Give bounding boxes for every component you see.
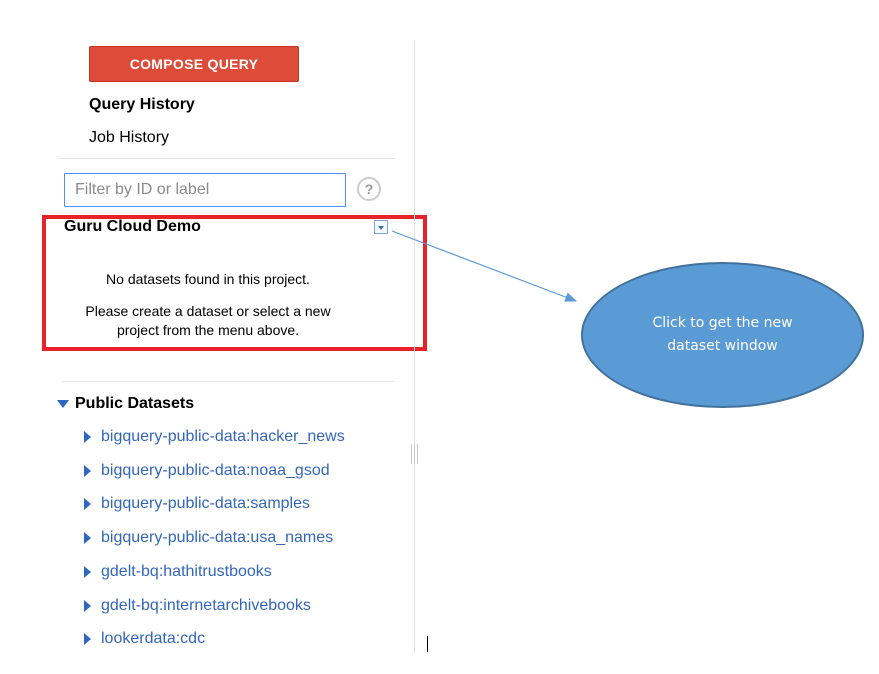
annotation-callout: Click to get the new dataset window — [581, 262, 864, 408]
callout-line-1: Click to get the new — [652, 315, 793, 331]
callout-line-2: dataset window — [667, 338, 778, 354]
